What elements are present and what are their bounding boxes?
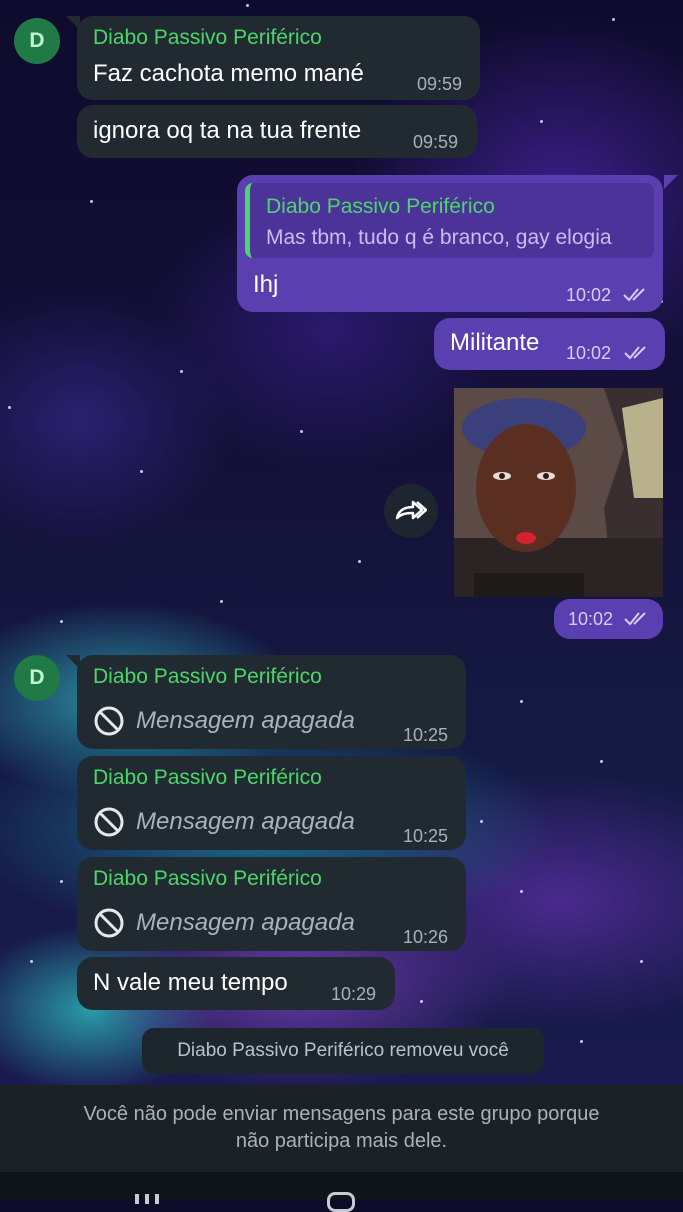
double-check-icon: [623, 288, 645, 302]
double-check-icon: [624, 612, 646, 626]
deleted-message-text: Mensagem apagada: [136, 707, 355, 734]
avatar-initial: D: [29, 29, 45, 52]
message-time: 09:59: [417, 74, 463, 94]
forward-icon: [395, 500, 427, 520]
sender-name[interactable]: Diabo Passivo Periférico: [93, 766, 322, 790]
bubble-tail: [664, 175, 678, 189]
message-bubble-outgoing[interactable]: Diabo Passivo Periférico Mas tbm, tudo q…: [237, 175, 663, 312]
message-text: Militante: [450, 329, 540, 356]
forward-button[interactable]: [384, 484, 438, 538]
system-message-text: Diabo Passivo Periférico removeu você: [177, 1040, 509, 1061]
message-text: Faz cachota memo mané: [93, 60, 364, 87]
deleted-message-icon: [94, 908, 124, 938]
message-time: 10:02: [566, 285, 612, 305]
message-bubble-outgoing[interactable]: Militante 10:02: [434, 318, 665, 370]
system-navigation-bar: [0, 1172, 683, 1212]
sender-name[interactable]: Diabo Passivo Periférico: [93, 867, 322, 891]
message-bubble-deleted[interactable]: Diabo Passivo Periférico Mensagem apagad…: [77, 857, 466, 951]
deleted-message-icon: [94, 807, 124, 837]
sender-name[interactable]: Diabo Passivo Periférico: [93, 26, 322, 50]
notice-line-1: Você não pode enviar mensagens para este…: [83, 1103, 600, 1125]
deleted-message-text: Mensagem apagada: [136, 808, 355, 835]
home-icon[interactable]: [327, 1192, 355, 1212]
message-time: 10:29: [331, 984, 377, 1004]
system-message: Diabo Passivo Periférico removeu você: [142, 1028, 544, 1074]
reply-quote[interactable]: Diabo Passivo Periférico Mas tbm, tudo q…: [245, 183, 654, 258]
double-check-icon: [624, 346, 646, 360]
quote-sender: Diabo Passivo Periférico: [266, 195, 495, 218]
sender-avatar[interactable]: D: [14, 655, 60, 701]
message-time: 10:25: [403, 725, 449, 745]
sender-avatar[interactable]: D: [14, 18, 60, 64]
media-time-pill: 10:02: [554, 599, 663, 639]
deleted-message-icon: [94, 706, 124, 736]
message-bubble-incoming[interactable]: N vale meu tempo 10:29: [77, 957, 395, 1010]
message-text: Ihj: [253, 271, 279, 298]
message-text: ignora oq ta na tua frente: [93, 117, 362, 144]
notice-line-2: não participa mais dele.: [235, 1130, 448, 1152]
message-text: N vale meu tempo: [93, 969, 288, 996]
recent-apps-icon[interactable]: [135, 1194, 165, 1204]
message-time: 10:26: [403, 927, 449, 947]
deleted-message-text: Mensagem apagada: [136, 909, 355, 936]
message-time: 10:02: [568, 609, 614, 629]
message-bubble-incoming[interactable]: ignora oq ta na tua frente 09:59: [77, 105, 477, 158]
message-bubble-incoming[interactable]: Diabo Passivo Periférico Faz cachota mem…: [77, 16, 480, 100]
message-bubble-deleted[interactable]: Diabo Passivo Periférico Mensagem apagad…: [77, 655, 466, 749]
avatar-initial: D: [29, 666, 45, 689]
message-bubble-deleted[interactable]: Diabo Passivo Periférico Mensagem apagad…: [77, 756, 466, 850]
message-time: 09:59: [413, 132, 459, 152]
woman-in-car-image: [454, 388, 663, 597]
media-image[interactable]: [454, 388, 663, 597]
sender-name[interactable]: Diabo Passivo Periférico: [93, 665, 322, 689]
removed-from-group-notice: Você não pode enviar mensagens para este…: [0, 1085, 683, 1172]
quote-text: Mas tbm, tudo q é branco, gay elogia: [266, 226, 612, 249]
message-time: 10:25: [403, 826, 449, 846]
message-time: 10:02: [566, 343, 612, 363]
